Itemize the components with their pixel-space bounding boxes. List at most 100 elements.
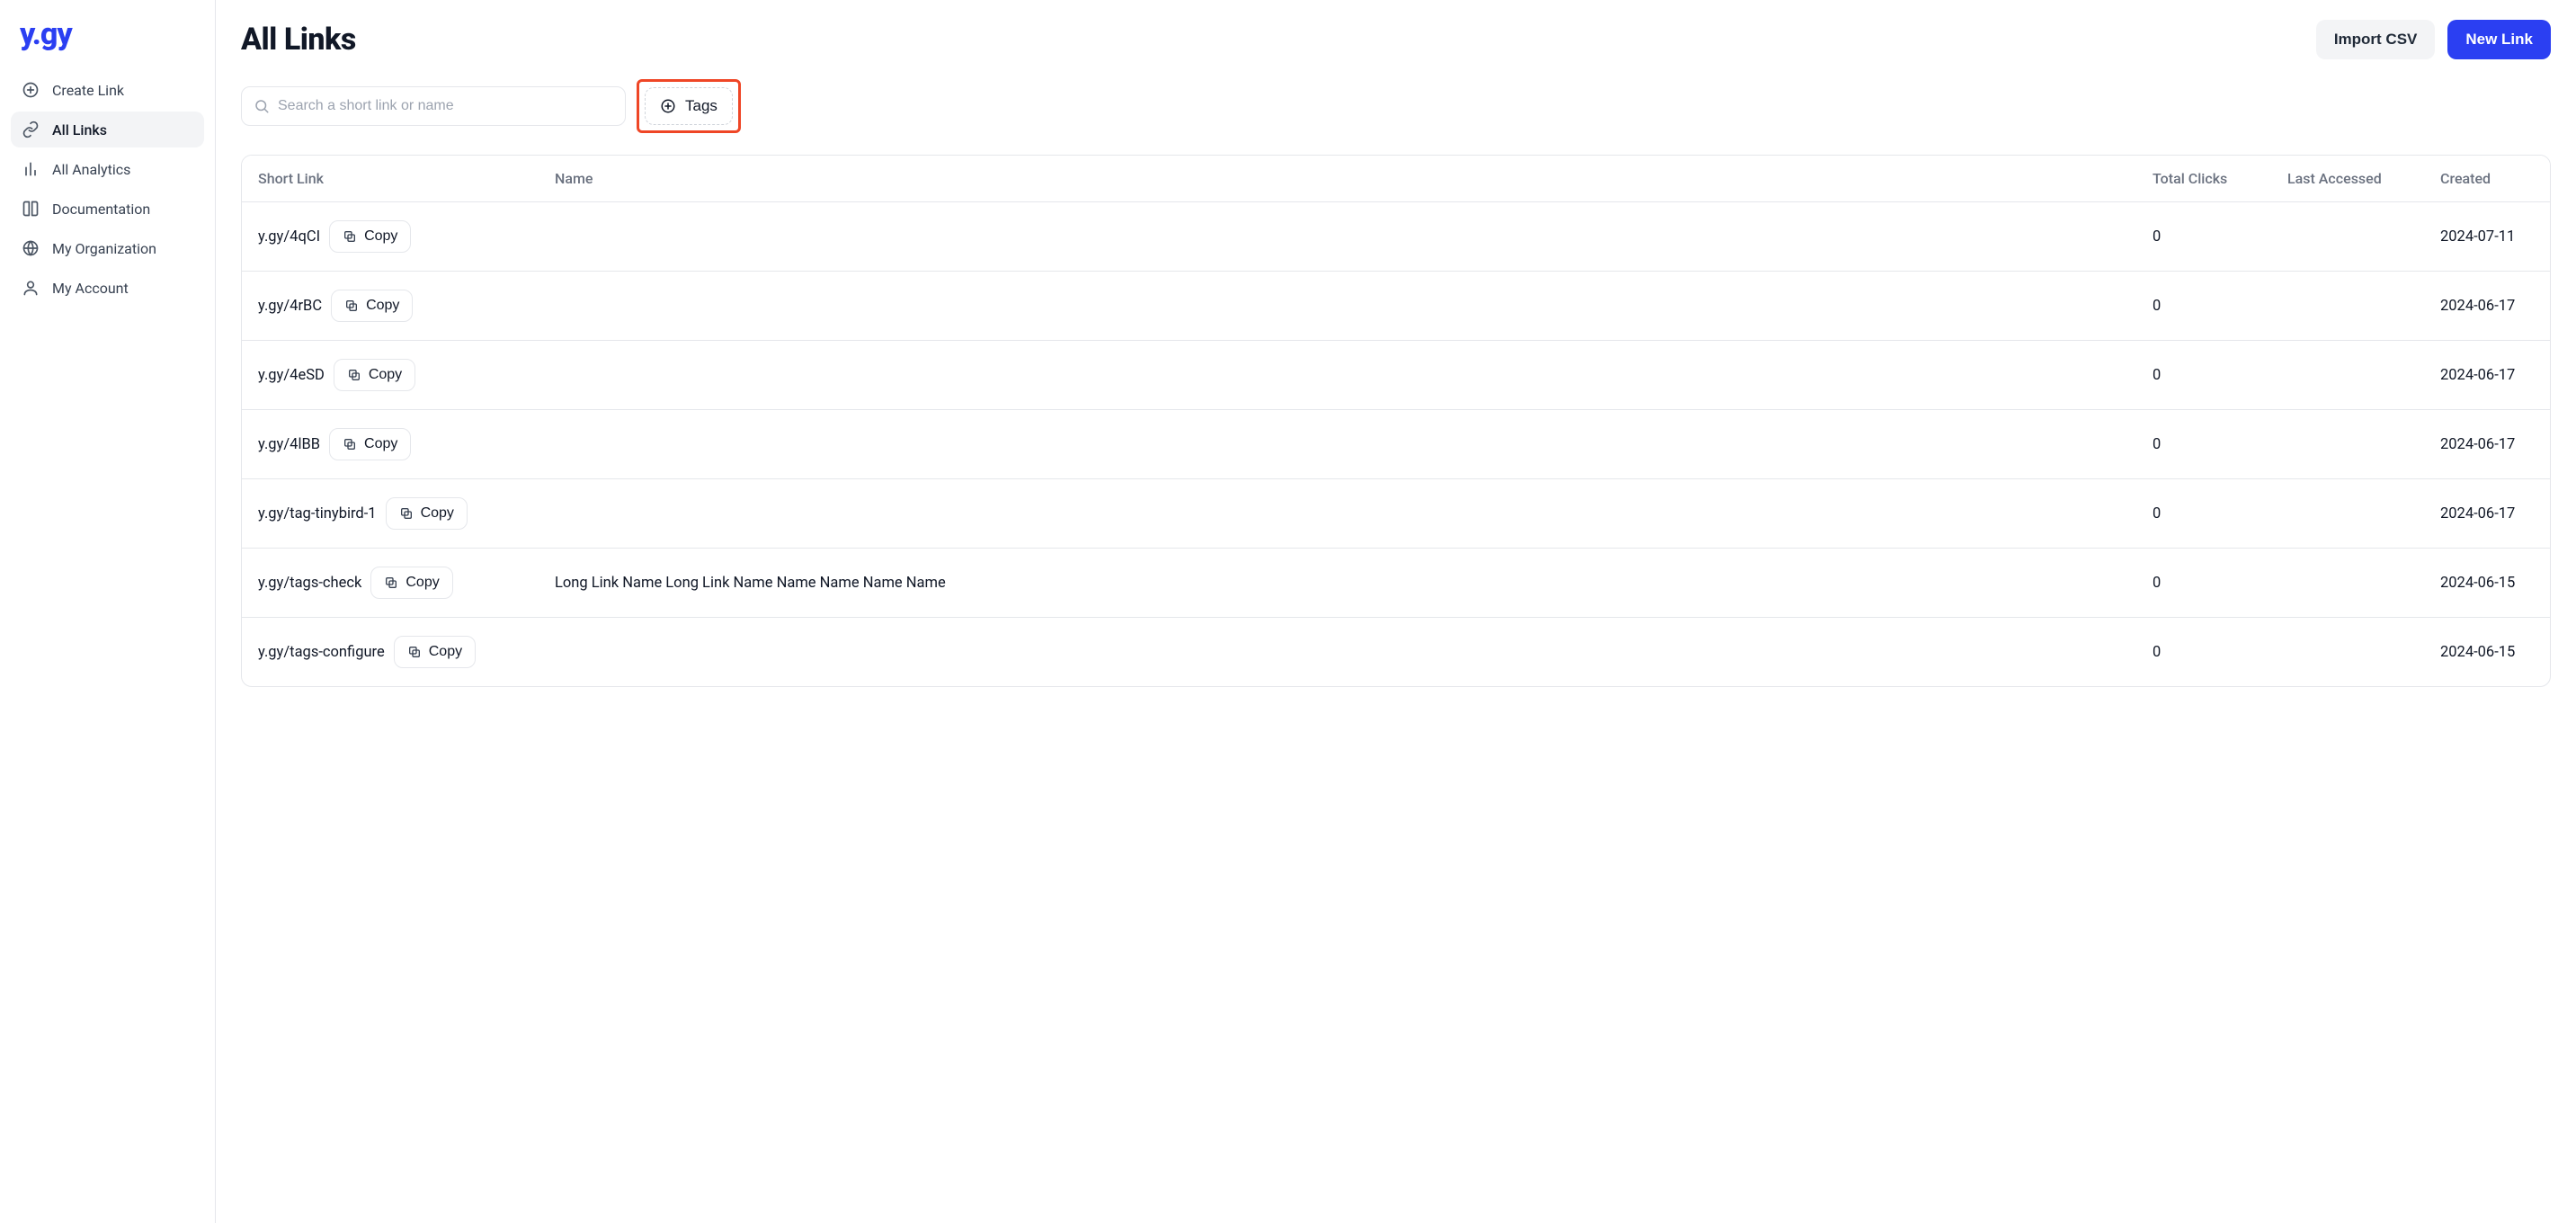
bars-icon: [22, 160, 40, 178]
copy-button[interactable]: Copy: [331, 290, 413, 322]
import-csv-button[interactable]: Import CSV: [2316, 20, 2436, 59]
table-row[interactable]: y.gy/4lBB Copy 0 2024-06-17: [242, 410, 2550, 479]
header-actions: Import CSV New Link: [2316, 20, 2551, 59]
col-header-created: Created: [2424, 156, 2550, 202]
cell-total-clicks: 0: [2136, 202, 2271, 272]
cell-name: [539, 618, 2136, 687]
col-header-last-accessed: Last Accessed: [2271, 156, 2424, 202]
cell-total-clicks: 0: [2136, 479, 2271, 549]
cell-created: 2024-07-11: [2424, 202, 2550, 272]
link-icon: [22, 121, 40, 138]
page-title: All Links: [241, 22, 356, 58]
cell-created: 2024-06-17: [2424, 479, 2550, 549]
sidebar-nav: Create Link All Links All Analytics Docu…: [11, 72, 204, 306]
short-link-text[interactable]: y.gy/4rBC: [258, 298, 322, 315]
search-input[interactable]: [241, 86, 626, 126]
col-header-name: Name: [539, 156, 2136, 202]
new-link-button[interactable]: New Link: [2447, 20, 2551, 59]
copy-button-label: Copy: [364, 436, 397, 452]
cell-last-accessed: [2271, 549, 2424, 618]
tags-filter-button[interactable]: Tags: [645, 87, 733, 125]
copy-icon: [343, 229, 357, 244]
copy-button-label: Copy: [429, 644, 462, 660]
copy-button[interactable]: Copy: [329, 428, 411, 460]
cell-created: 2024-06-17: [2424, 410, 2550, 479]
sidebar-item-create-link[interactable]: Create Link: [11, 72, 204, 108]
copy-icon: [399, 506, 414, 521]
short-link-text[interactable]: y.gy/4qCI: [258, 228, 320, 245]
book-icon: [22, 200, 40, 218]
cell-last-accessed: [2271, 410, 2424, 479]
cell-last-accessed: [2271, 618, 2424, 687]
sidebar-item-my-account[interactable]: My Account: [11, 270, 204, 306]
cell-created: 2024-06-15: [2424, 549, 2550, 618]
sidebar-item-label: My Account: [52, 280, 129, 297]
cell-name: [539, 272, 2136, 341]
links-table-wrap: Short Link Name Total Clicks Last Access…: [241, 155, 2551, 687]
cell-total-clicks: 0: [2136, 618, 2271, 687]
short-link-text[interactable]: y.gy/4eSD: [258, 367, 325, 384]
filters-row: Tags: [241, 79, 2551, 133]
cell-name: [539, 202, 2136, 272]
table-row[interactable]: y.gy/4rBC Copy 0 2024-06-17: [242, 272, 2550, 341]
copy-icon: [347, 368, 361, 382]
cell-created: 2024-06-15: [2424, 618, 2550, 687]
tags-highlight-box: Tags: [637, 79, 741, 133]
sidebar-item-my-organization[interactable]: My Organization: [11, 230, 204, 266]
sidebar-item-label: All Analytics: [52, 161, 130, 178]
cell-created: 2024-06-17: [2424, 272, 2550, 341]
cell-created: 2024-06-17: [2424, 341, 2550, 410]
cell-name: [539, 479, 2136, 549]
sidebar-item-all-links[interactable]: All Links: [11, 112, 204, 147]
copy-icon: [344, 299, 359, 313]
copy-button-label: Copy: [406, 575, 439, 591]
copy-button[interactable]: Copy: [386, 497, 468, 530]
copy-button[interactable]: Copy: [334, 359, 415, 391]
cell-total-clicks: 0: [2136, 410, 2271, 479]
search-icon: [254, 98, 270, 114]
page-header: All Links Import CSV New Link: [241, 20, 2551, 59]
cell-name: [539, 341, 2136, 410]
tags-filter-label: Tags: [685, 97, 718, 115]
main-content: All Links Import CSV New Link Tags: [216, 0, 2576, 1223]
cell-total-clicks: 0: [2136, 341, 2271, 410]
cell-last-accessed: [2271, 202, 2424, 272]
col-header-short-link: Short Link: [242, 156, 539, 202]
links-table: Short Link Name Total Clicks Last Access…: [242, 156, 2550, 686]
sidebar-item-label: Create Link: [52, 82, 124, 99]
sidebar-item-all-analytics[interactable]: All Analytics: [11, 151, 204, 187]
plus-circle-icon: [22, 81, 40, 99]
sidebar-item-documentation[interactable]: Documentation: [11, 191, 204, 227]
copy-icon: [343, 437, 357, 451]
table-row[interactable]: y.gy/tags-configure Copy 0 2024-06-15: [242, 618, 2550, 687]
sidebar: y.gy Create Link All Links All Analytics: [0, 0, 216, 1223]
copy-button[interactable]: Copy: [394, 636, 476, 668]
copy-button-label: Copy: [364, 228, 397, 245]
cell-last-accessed: [2271, 272, 2424, 341]
table-row[interactable]: y.gy/4qCI Copy 0 2024-07-11: [242, 202, 2550, 272]
short-link-text[interactable]: y.gy/tag-tinybird-1: [258, 505, 377, 522]
sidebar-item-label: Documentation: [52, 201, 150, 218]
copy-button[interactable]: Copy: [370, 567, 452, 599]
cell-last-accessed: [2271, 479, 2424, 549]
cell-name: [539, 410, 2136, 479]
table-row[interactable]: y.gy/4eSD Copy 0 2024-06-17: [242, 341, 2550, 410]
cell-total-clicks: 0: [2136, 272, 2271, 341]
globe-icon: [22, 239, 40, 257]
col-header-total-clicks: Total Clicks: [2136, 156, 2271, 202]
sidebar-item-label: All Links: [52, 121, 107, 138]
short-link-text[interactable]: y.gy/4lBB: [258, 436, 320, 453]
search-wrap: [241, 86, 626, 126]
cell-name: Long Link Name Long Link Name Name Name …: [539, 549, 2136, 618]
table-row[interactable]: y.gy/tag-tinybird-1 Copy 0 2024-06-17: [242, 479, 2550, 549]
short-link-text[interactable]: y.gy/tags-check: [258, 575, 361, 592]
copy-button-label: Copy: [366, 298, 399, 314]
copy-button[interactable]: Copy: [329, 220, 411, 253]
copy-icon: [407, 645, 422, 659]
copy-button-label: Copy: [421, 505, 454, 522]
short-link-text[interactable]: y.gy/tags-configure: [258, 644, 385, 661]
cell-total-clicks: 0: [2136, 549, 2271, 618]
table-row[interactable]: y.gy/tags-check Copy Long Link Name Long L…: [242, 549, 2550, 618]
cell-last-accessed: [2271, 341, 2424, 410]
copy-button-label: Copy: [369, 367, 402, 383]
